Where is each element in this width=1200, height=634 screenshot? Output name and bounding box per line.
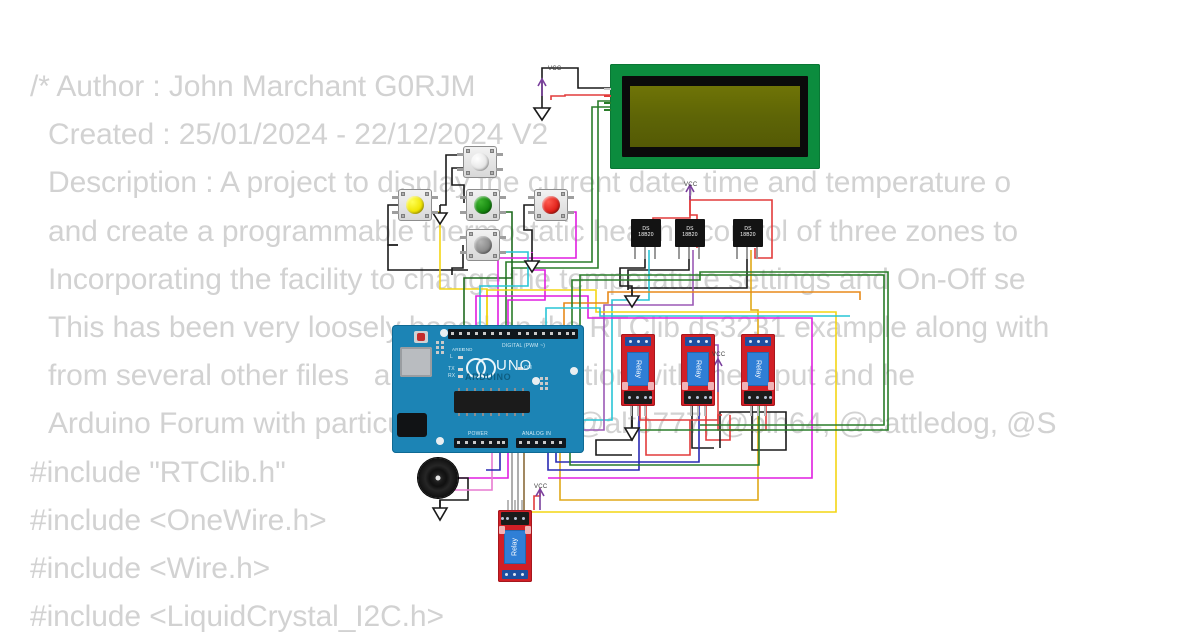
relay-module-4[interactable]: Relay: [498, 500, 532, 582]
ds18b20-label-line2: 18B20: [740, 232, 756, 238]
ground-symbol: [431, 500, 449, 522]
usb-port: [400, 347, 432, 377]
relay-can: Relay: [504, 530, 526, 564]
mount-hole: [436, 437, 444, 445]
wire-black: [595, 398, 633, 456]
wire-black: [387, 244, 468, 271]
wiring-svg: [387, 67, 889, 522]
relay-screw-terminal: [625, 337, 651, 346]
power-header-label: POWER: [468, 431, 488, 437]
relay-pin-header[interactable]: [684, 391, 712, 404]
relay-label: Relay: [694, 360, 702, 378]
mount-hole: [570, 367, 578, 375]
wire-orange: [563, 291, 861, 335]
vcc-arrow: [535, 487, 545, 510]
digital-header-label: DIGITAL (PWM ~): [502, 343, 546, 349]
pushbutton-cap: [474, 236, 492, 254]
lcd-screen: [630, 86, 800, 147]
analog-pin-header[interactable]: [516, 438, 566, 448]
relay-pin-header[interactable]: [744, 391, 772, 404]
ds18b20-label-line2: 18B20: [682, 232, 698, 238]
relay-module-1[interactable]: Relay: [621, 334, 655, 416]
pushbutton-cap: [542, 196, 560, 214]
ground-symbol: [623, 420, 641, 442]
pushbutton-yellow[interactable]: [392, 189, 438, 221]
relay-can: Relay: [687, 352, 709, 386]
digital-pin-header[interactable]: [448, 329, 578, 339]
led-l-label: L: [450, 354, 453, 360]
wire-green: [571, 271, 889, 431]
ds18b20-label-line2: 18B20: [638, 232, 654, 238]
wire-red: [550, 94, 610, 100]
icsp2-header: [436, 341, 447, 357]
gnd-label: GND: [462, 347, 473, 352]
mount-hole: [440, 329, 448, 337]
led-l: [458, 356, 463, 359]
ds18b20-sensor-2[interactable]: DS 18B20: [675, 219, 705, 259]
power-pin-header[interactable]: [454, 438, 508, 448]
pushbutton-red[interactable]: [528, 189, 574, 221]
vcc-arrow: [713, 357, 723, 392]
relay-can: Relay: [627, 352, 649, 386]
ds18b20-sensor-3[interactable]: DS 18B20: [733, 219, 763, 259]
relay-pin-header[interactable]: [501, 512, 529, 525]
board-brand-label: ARDUINO: [465, 372, 512, 382]
reset-button[interactable]: [414, 331, 428, 343]
pushbutton-grey[interactable]: [460, 229, 506, 261]
vcc-arrow: [537, 77, 547, 96]
pushbutton-green[interactable]: [460, 189, 506, 221]
pushbutton-cap: [474, 196, 492, 214]
buzzer-hole: [435, 475, 441, 481]
ground-symbol: [431, 205, 449, 226]
relay-screw-terminal: [685, 337, 711, 346]
lcd-display[interactable]: [604, 64, 820, 169]
pushbutton-white[interactable]: [457, 146, 503, 178]
relay-screw-terminal: [745, 337, 771, 346]
analog-header-label: ANALOG IN: [522, 431, 552, 437]
led-rx: [458, 375, 463, 378]
relay-module-2[interactable]: Relay: [681, 334, 715, 416]
mount-hole: [532, 377, 540, 385]
relay-label: Relay: [511, 538, 519, 556]
wire-red: [645, 398, 691, 456]
relay-pin-header[interactable]: [624, 391, 652, 404]
led-tx-label: TX: [448, 366, 455, 372]
pushbutton-cap: [406, 196, 424, 214]
relay-label: Relay: [754, 360, 762, 378]
ground-symbol: [523, 253, 541, 274]
circuit-diagram[interactable]: DS 18B20 DS 18B20 DS 18B20 DIGITAL (PWM …: [0, 0, 1200, 630]
buzzer[interactable]: [418, 458, 458, 498]
relay-can: Relay: [747, 352, 769, 386]
relay-screw-terminal: [502, 570, 528, 579]
icsp-header: [540, 377, 551, 393]
ground-symbol: [532, 100, 552, 122]
ds18b20-sensor-1[interactable]: DS 18B20: [631, 219, 661, 259]
led-rx-label: RX: [448, 373, 456, 379]
atmega-chip: [454, 388, 530, 416]
relay-label: Relay: [634, 360, 642, 378]
arduino-uno-board[interactable]: DIGITAL (PWM ~) AREF GND L TX RX ON UNO …: [392, 325, 584, 453]
pushbutton-cap: [471, 153, 489, 171]
relay-module-3[interactable]: Relay: [741, 334, 775, 416]
power-jack: [397, 413, 427, 437]
led-tx: [458, 368, 463, 371]
